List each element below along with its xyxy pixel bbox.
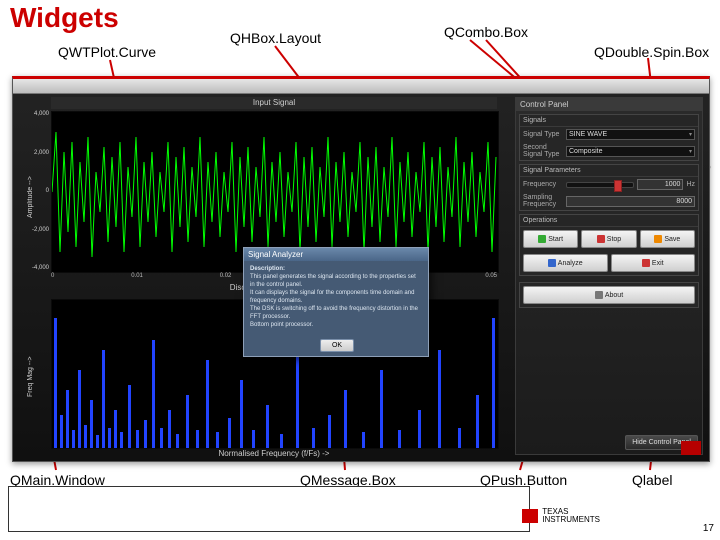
- qmainwindow-frame[interactable]: Input Signal Amplitude --> 4,0002,0000-2…: [12, 76, 710, 462]
- group-about: About: [519, 282, 699, 308]
- slide-title: Widgets: [10, 2, 119, 34]
- callout-qwtplotcurve: QWTPlot.Curve: [58, 44, 156, 60]
- slide: Widgets QWTPlot.Curve QHBox.Layout QComb…: [0, 0, 720, 540]
- stop-icon: [597, 235, 605, 243]
- group-operations: Operations Start Stop Save Analyze Exit: [519, 214, 699, 276]
- callout-qcombobox: QCombo.Box: [444, 24, 528, 40]
- group-signals-header: Signals: [520, 115, 698, 127]
- top-plot-title: Input Signal: [51, 97, 497, 109]
- bot-plot-ylabel: Freq Mag -->: [27, 317, 43, 437]
- group-operations-header: Operations: [520, 215, 698, 227]
- top-plot-yticks: 4,0002,0000-2,000-4,000: [29, 111, 49, 271]
- signal-type-label: Signal Type: [523, 131, 563, 138]
- chevron-down-icon: ▾: [689, 131, 692, 138]
- exit-button[interactable]: Exit: [611, 254, 696, 272]
- signal-type-combo[interactable]: SINE WAVE▾: [566, 129, 695, 140]
- control-panel: Control Panel Signals Signal Type SINE W…: [515, 97, 703, 455]
- chart-icon: [548, 259, 556, 267]
- messagebox-title[interactable]: Signal Analyzer: [244, 248, 428, 261]
- slide-number: 17: [703, 523, 714, 534]
- save-button[interactable]: Save: [640, 230, 695, 248]
- ti-mark-icon: [522, 509, 538, 523]
- footer-box: [8, 486, 530, 532]
- stop-button[interactable]: Stop: [581, 230, 636, 248]
- second-signal-combo[interactable]: Composite▾: [566, 146, 695, 157]
- frequency-slider[interactable]: [566, 182, 634, 188]
- info-icon: [595, 291, 603, 299]
- group-params-header: Signal Parameters: [520, 165, 698, 177]
- exit-icon: [642, 259, 650, 267]
- chevron-down-icon: ▾: [689, 148, 692, 155]
- group-signals: Signals Signal Type SINE WAVE▾ Second Si…: [519, 114, 699, 161]
- callout-qlabel: Qlabel: [632, 472, 672, 488]
- callout-qdoublespinbox: QDouble.Spin.Box: [594, 44, 709, 60]
- qmessagebox-dialog[interactable]: Signal Analyzer Description: This panel …: [243, 247, 429, 357]
- messagebox-ok-button[interactable]: OK: [320, 339, 354, 352]
- start-button[interactable]: Start: [523, 230, 578, 248]
- ti-logo: TEXAS INSTRUMENTS: [522, 508, 600, 524]
- second-signal-label: Second Signal Type: [523, 144, 563, 158]
- group-params: Signal Parameters Frequency 1000 Hz Samp…: [519, 164, 699, 211]
- control-panel-title: Control Panel: [516, 98, 702, 111]
- sampling-label: Sampling Frequency: [523, 194, 563, 208]
- sampling-spinbox[interactable]: 8000: [566, 196, 695, 207]
- slider-thumb-icon[interactable]: [614, 180, 622, 192]
- bot-plot-xlabel: Normalised Frequency (f/Fs) ->: [51, 449, 497, 458]
- top-plot-header: Input Signal: [51, 97, 497, 109]
- callout-qhboxlayout: QHBox.Layout: [230, 30, 321, 46]
- play-icon: [538, 235, 546, 243]
- ti-chip-icon: [681, 441, 701, 455]
- messagebox-body: Description: This panel generates the si…: [244, 261, 428, 333]
- analyze-button[interactable]: Analyze: [523, 254, 608, 272]
- frequency-label: Frequency: [523, 181, 563, 188]
- hz-label: Hz: [686, 181, 695, 188]
- window-titlebar[interactable]: [13, 79, 709, 94]
- save-icon: [654, 235, 662, 243]
- frequency-spinbox[interactable]: 1000: [637, 179, 683, 190]
- about-button[interactable]: About: [523, 286, 695, 304]
- ti-logo-text: TEXAS INSTRUMENTS: [542, 508, 600, 524]
